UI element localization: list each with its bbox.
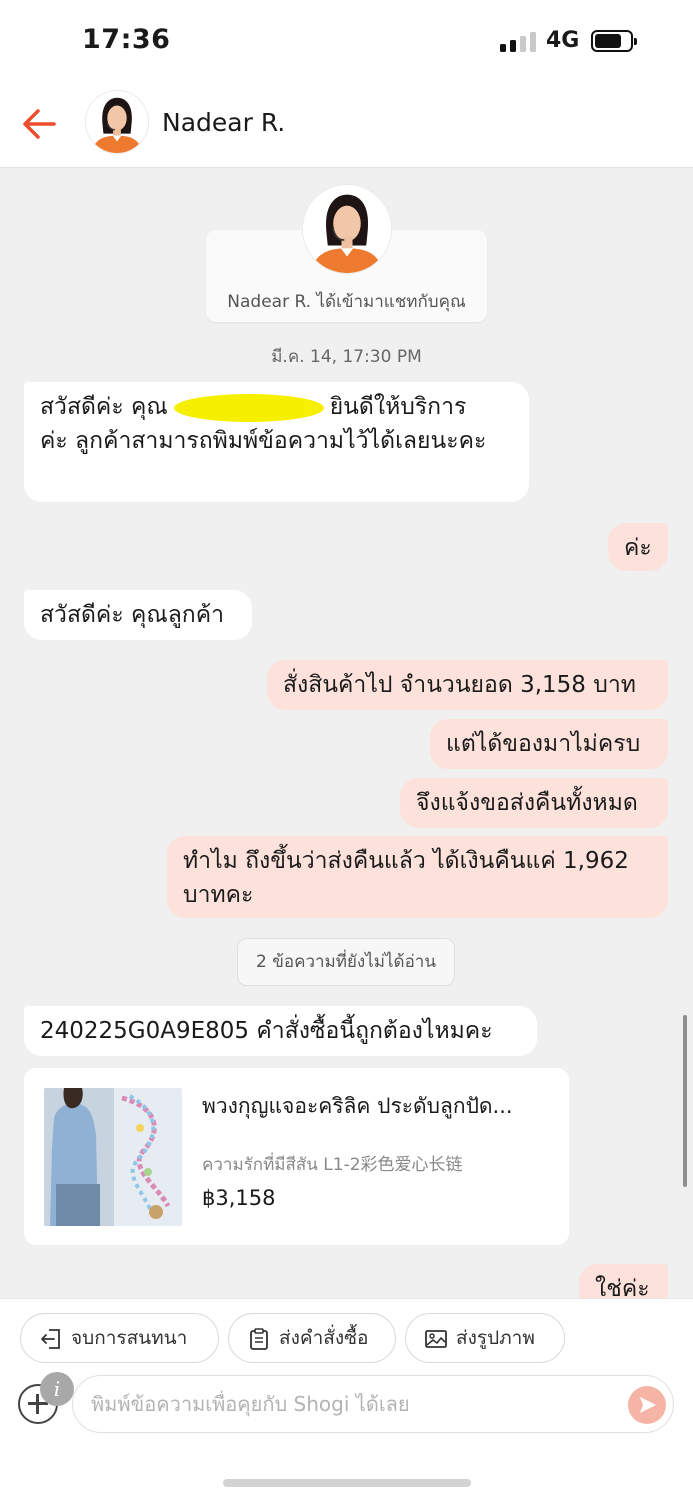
image-icon — [425, 1330, 447, 1348]
message-text: จึงแจ้งขอส่งคืนทั้งหมด — [416, 790, 638, 816]
message-bubble-incoming[interactable]: 240225G0A9E805 คำสั่งซื้อนี้ถูกต้องไหมคะ — [24, 1006, 537, 1056]
contact-name: Nadear R. — [162, 108, 286, 137]
composer-bar: จบการสนทนา ส่งคำสั่งซื้อ ส่งรูปภาพ i — [0, 1298, 693, 1500]
message-input[interactable] — [72, 1375, 674, 1433]
message-text: สวัสดีค่ะ คุณ — [40, 394, 168, 420]
send-image-label: ส่งรูปภาพ — [456, 1327, 535, 1349]
message-text: บาทคะ — [183, 882, 254, 908]
contact-avatar[interactable] — [85, 90, 149, 154]
redaction-mark — [173, 393, 324, 422]
status-bar: 17:36 4G — [0, 0, 693, 82]
message-text: ใช่ค่ะ — [595, 1276, 650, 1298]
message-text: 240225G0A9E805 คำสั่งซื้อนี้ถูกต้องไหมคะ — [40, 1018, 493, 1044]
send-order-label: ส่งคำสั่งซื้อ — [279, 1327, 369, 1349]
signal-strength-icon — [500, 32, 536, 52]
battery-icon — [591, 30, 637, 52]
message-text: ยินดีให้บริการ — [329, 394, 467, 420]
agent-portrait-icon — [303, 185, 391, 273]
info-badge[interactable]: i — [40, 1372, 74, 1406]
message-bubble-outgoing[interactable]: สั่งสินค้าไป จำนวนยอด 3,158 บาท — [267, 660, 668, 710]
send-image-button[interactable]: ส่งรูปภาพ — [405, 1313, 565, 1363]
clipboard-icon — [250, 1328, 268, 1350]
message-bubble-outgoing[interactable]: ค่ะ — [608, 523, 668, 571]
exit-door-icon — [41, 1329, 60, 1349]
chat-header: Nadear R. — [0, 82, 693, 168]
home-indicator[interactable] — [223, 1479, 471, 1487]
product-image — [44, 1088, 182, 1226]
message-bubble-outgoing[interactable]: จึงแจ้งขอส่งคืนทั้งหมด — [400, 778, 668, 828]
send-arrow-icon — [640, 1397, 656, 1413]
message-text: ค่ะ — [624, 535, 652, 561]
arrow-left-icon — [23, 109, 56, 139]
product-card[interactable]: พวงกุญแจอะคริลิค ประดับลูกปัด... ความรัก… — [24, 1068, 569, 1245]
chat-timestamp: มี.ค. 14, 17:30 PM — [271, 347, 422, 367]
message-bubble-incoming[interactable]: สวัสดีค่ะ คุณลูกค้า — [24, 590, 252, 640]
message-text: สั่งสินค้าไป จำนวนยอด 3,158 บาท — [283, 672, 636, 698]
message-text: สวัสดีค่ะ คุณลูกค้า — [40, 602, 225, 628]
chat-area[interactable]: Nadear R. ได้เข้ามาแชทกับคุณ มี.ค. 14, 1… — [0, 168, 693, 1298]
join-notice-text: Nadear R. ได้เข้ามาแชทกับคุณ — [227, 292, 466, 312]
agent-large-avatar — [302, 184, 392, 274]
network-type: 4G — [546, 28, 580, 53]
status-time: 17:36 — [82, 24, 171, 55]
message-text: ค่ะ ลูกค้าสามารถพิมพ์ข้อความไว้ได้เลยนะค… — [40, 428, 487, 454]
back-button[interactable] — [18, 102, 62, 146]
end-chat-label: จบการสนทนา — [71, 1327, 188, 1349]
message-bubble-incoming[interactable]: สวัสดีค่ะ คุณ ยินดีให้บริการ ค่ะ ลูกค้าสา… — [24, 382, 529, 502]
message-bubble-outgoing[interactable]: แต่ได้ของมาไม่ครบ — [430, 719, 668, 769]
product-title: พวงกุญแจอะคริลิค ประดับลูกปัด... — [202, 1094, 513, 1118]
product-price: ฿3,158 — [202, 1186, 276, 1210]
send-order-button[interactable]: ส่งคำสั่งซื้อ — [228, 1313, 396, 1363]
message-text: แต่ได้ของมาไม่ครบ — [446, 731, 641, 757]
message-bubble-outgoing[interactable]: ใช่ค่ะ — [579, 1264, 668, 1298]
unread-messages-notice[interactable]: 2 ข้อความที่ยังไม่ได้อ่าน — [237, 938, 455, 986]
end-chat-button[interactable]: จบการสนทนา — [20, 1313, 219, 1363]
message-text: ทำไม ถึงขึ้นว่าส่งคืนแล้ว ได้เงินคืนแค่ … — [183, 848, 629, 874]
product-photo-icon — [44, 1088, 182, 1226]
agent-portrait-icon — [86, 91, 148, 153]
send-button[interactable] — [628, 1386, 666, 1424]
chat-scrollbar[interactable] — [683, 1015, 687, 1187]
product-variant: ความรักที่มีสีสัน L1-2彩色爱心长链 — [202, 1155, 463, 1175]
message-bubble-outgoing[interactable]: ทำไม ถึงขึ้นว่าส่งคืนแล้ว ได้เงินคืนแค่ … — [167, 836, 668, 918]
